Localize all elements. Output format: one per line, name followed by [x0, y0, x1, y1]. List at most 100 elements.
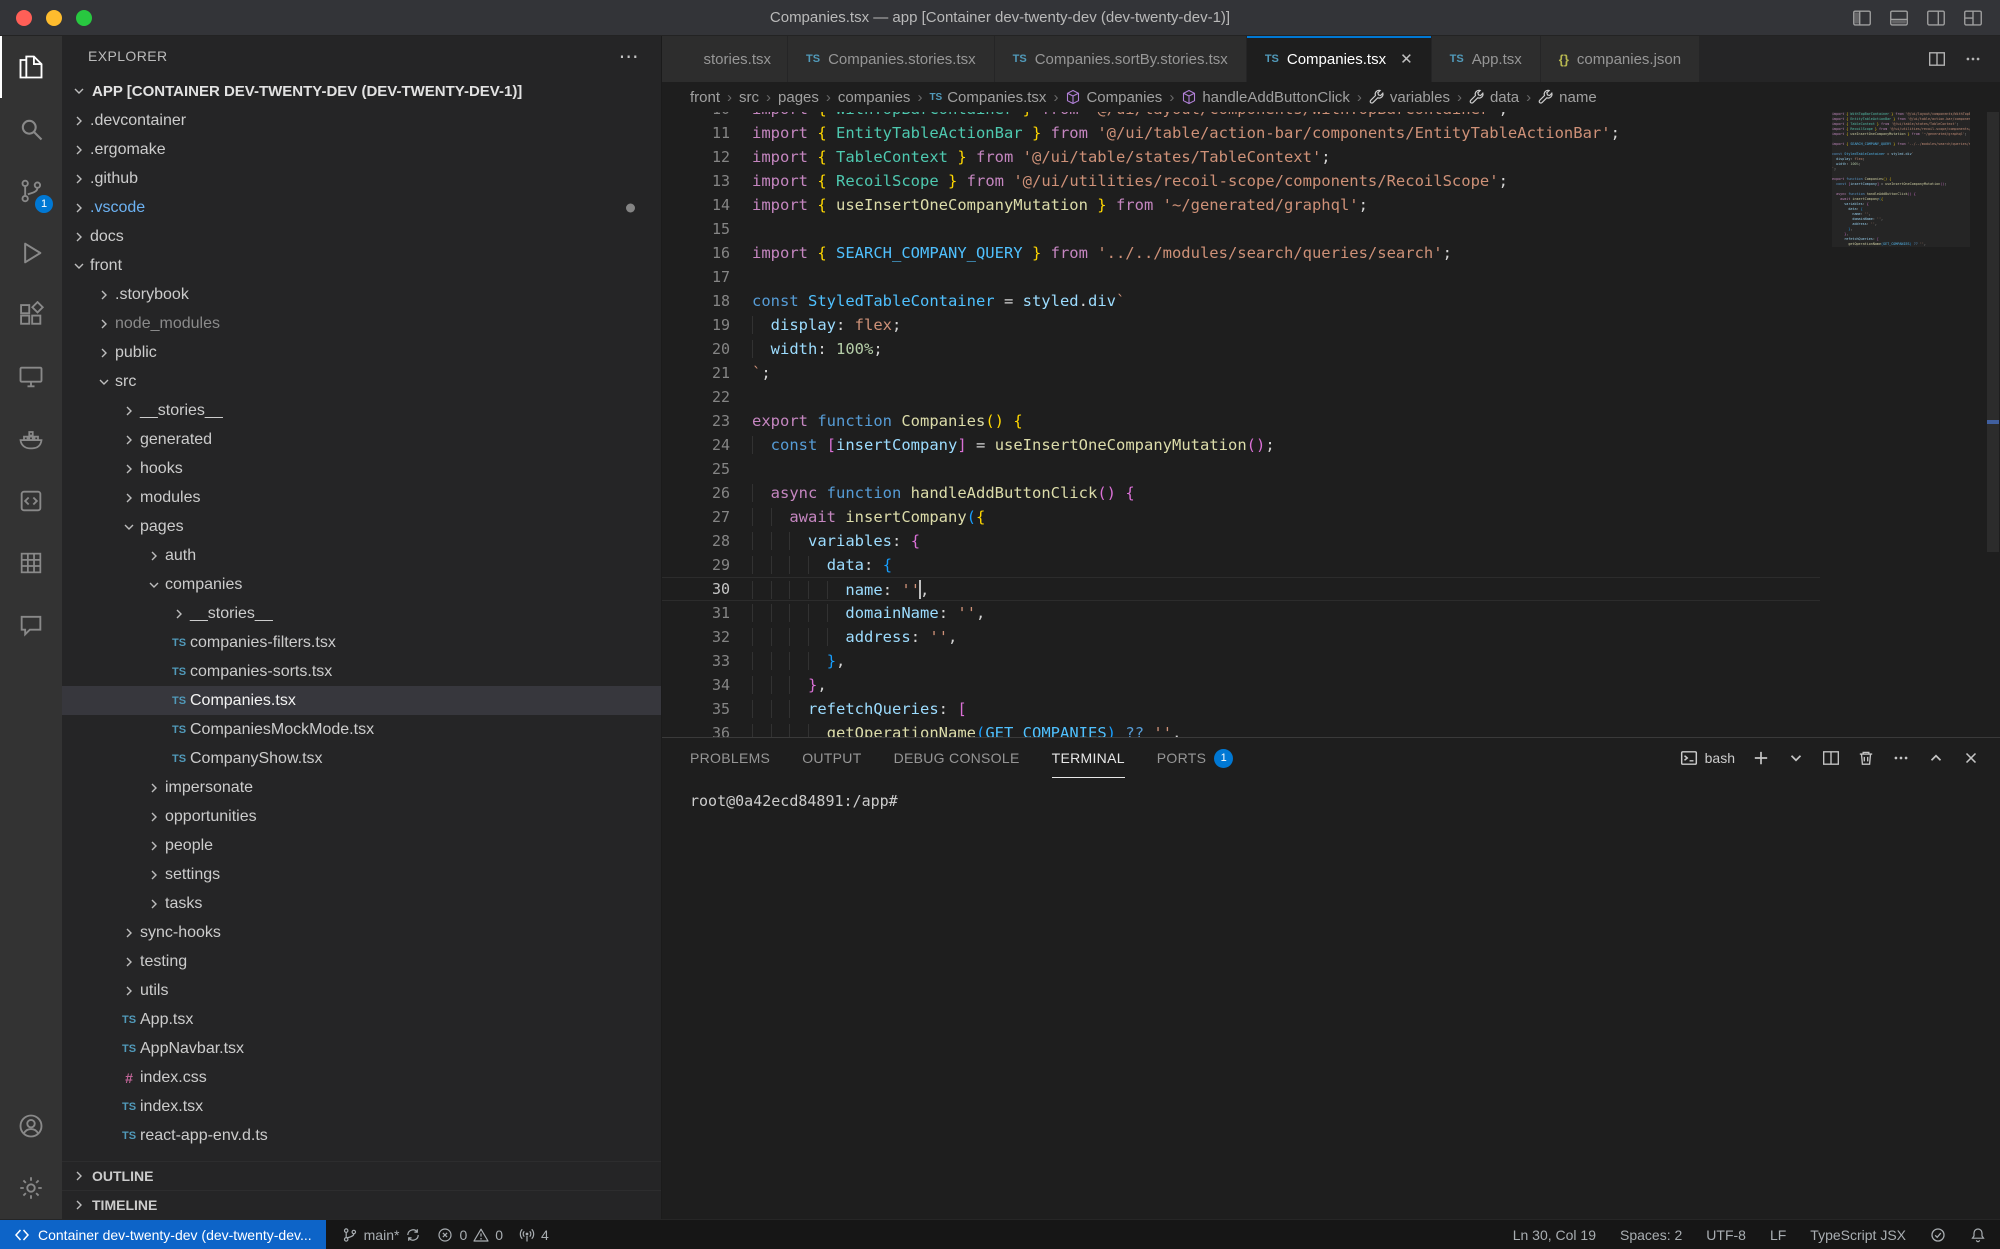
tab-companies.json[interactable]: {}companies.json	[1541, 36, 1700, 82]
tree-item-sync-hooks[interactable]: sync-hooks	[62, 918, 661, 947]
code-line-30[interactable]: 30 name: '',	[662, 577, 1820, 601]
tree-item-companies[interactable]: companies	[62, 570, 661, 599]
minimap[interactable]: import { WithTopBarContainer } from '@/u…	[1832, 112, 1970, 247]
notifications[interactable]	[1970, 1227, 1986, 1243]
split-terminal-icon[interactable]	[1822, 749, 1840, 767]
remote-indicator[interactable]: Container dev-twenty-dev (dev-twenty-dev…	[0, 1220, 326, 1249]
toggle-primary-sidebar-icon[interactable]	[1851, 7, 1873, 29]
explorer-more-actions-icon[interactable]: ⋯	[619, 44, 639, 69]
terminal-content[interactable]: root@0a42ecd84891:/app#	[662, 778, 2000, 810]
minimize-window-button[interactable]	[46, 10, 62, 26]
tree-item-node_modules[interactable]: node_modules	[62, 309, 661, 338]
code-line-25[interactable]: 25	[662, 457, 1820, 481]
terminal-shell-selector[interactable]: bash	[1680, 749, 1735, 767]
code-line-34[interactable]: 34 },	[662, 673, 1820, 697]
maximize-panel-icon[interactable]	[1927, 749, 1945, 767]
tab-App.tsx[interactable]: TSApp.tsx	[1432, 36, 1541, 82]
code-lines[interactable]: 10import { WithTopBarContainer } from '@…	[662, 112, 1820, 737]
tree-item-App.tsx[interactable]: TSApp.tsx	[62, 1005, 661, 1034]
branch-indicator[interactable]: main*	[342, 1227, 422, 1243]
tree-item-public[interactable]: public	[62, 338, 661, 367]
panel-tab-terminal[interactable]: TERMINAL	[1052, 738, 1125, 778]
tab-stories.tsx[interactable]: stories.tsx	[662, 36, 788, 82]
tree-item-utils[interactable]: utils	[62, 976, 661, 1005]
code-line-19[interactable]: 19 display: flex;	[662, 313, 1820, 337]
tree-item-CompanyShow.tsx[interactable]: TSCompanyShow.tsx	[62, 744, 661, 773]
search-icon[interactable]	[0, 98, 62, 160]
breadcrumb-Companies.tsx[interactable]: TSCompanies.tsx	[929, 89, 1046, 106]
zoom-window-button[interactable]	[76, 10, 92, 26]
tab-Companies.tsx[interactable]: TSCompanies.tsx✕	[1247, 36, 1432, 82]
breadcrumb-name[interactable]: name	[1538, 89, 1597, 106]
tree-item-.github[interactable]: .github	[62, 164, 661, 193]
indentation[interactable]: Spaces: 2	[1620, 1227, 1682, 1243]
tree-item-__stories__[interactable]: __stories__	[62, 396, 661, 425]
tree-item-.storybook[interactable]: .storybook	[62, 280, 661, 309]
code-line-33[interactable]: 33 },	[662, 649, 1820, 673]
code-line-11[interactable]: 11import { EntityTableActionBar } from '…	[662, 121, 1820, 145]
tree-item-auth[interactable]: auth	[62, 541, 661, 570]
grid-icon[interactable]	[0, 532, 62, 594]
timeline-section[interactable]: TIMELINE	[62, 1190, 661, 1219]
close-panel-icon[interactable]	[1962, 749, 1980, 767]
title-bar[interactable]: Companies.tsx — app [Container dev-twent…	[0, 0, 2000, 36]
panel-tab-ports[interactable]: PORTS1	[1157, 738, 1233, 778]
extensions-icon[interactable]	[0, 284, 62, 346]
tree-item-people[interactable]: people	[62, 831, 661, 860]
tree-item-index.css[interactable]: #index.css	[62, 1063, 661, 1092]
split-editor-icon[interactable]	[1928, 50, 1946, 68]
breadcrumb-data[interactable]: data	[1469, 89, 1519, 106]
code-line-20[interactable]: 20 width: 100%;	[662, 337, 1820, 361]
ports-indicator[interactable]: 4	[519, 1227, 549, 1243]
editor-scrollbar[interactable]	[1987, 112, 1999, 552]
tree-item-modules[interactable]: modules	[62, 483, 661, 512]
code-line-24[interactable]: 24 const [insertCompany] = useInsertOneC…	[662, 433, 1820, 457]
tree-item-CompaniesMockMode.tsx[interactable]: TSCompaniesMockMode.tsx	[62, 715, 661, 744]
code-line-36[interactable]: 36 getOperationName(GET_COMPANIES) ?? ''…	[662, 721, 1820, 737]
code-line-26[interactable]: 26 async function handleAddButtonClick()…	[662, 481, 1820, 505]
tree-item-.devcontainer[interactable]: .devcontainer	[62, 106, 661, 135]
tree-item-companies-sorts.tsx[interactable]: TScompanies-sorts.tsx	[62, 657, 661, 686]
format-status[interactable]	[1930, 1227, 1946, 1243]
code-line-27[interactable]: 27 await insertCompany({	[662, 505, 1820, 529]
code-line-31[interactable]: 31 domainName: '',	[662, 601, 1820, 625]
breadcrumb-variables[interactable]: variables	[1369, 89, 1450, 106]
project-section-header[interactable]: APP [CONTAINER DEV-TWENTY-DEV (DEV-TWENT…	[62, 76, 661, 106]
panel-tab-problems[interactable]: PROBLEMS	[690, 738, 770, 778]
toggle-secondary-sidebar-icon[interactable]	[1925, 7, 1947, 29]
tree-item-.vscode[interactable]: .vscode	[62, 193, 661, 222]
tree-item-src[interactable]: src	[62, 367, 661, 396]
account-icon[interactable]	[0, 1095, 62, 1157]
more-actions-icon[interactable]	[1964, 50, 1982, 68]
code-line-28[interactable]: 28 variables: {	[662, 529, 1820, 553]
tree-item-testing[interactable]: testing	[62, 947, 661, 976]
tree-item-opportunities[interactable]: opportunities	[62, 802, 661, 831]
tree-item-docs[interactable]: docs	[62, 222, 661, 251]
code-line-14[interactable]: 14import { useInsertOneCompanyMutation }…	[662, 193, 1820, 217]
toggle-panel-icon[interactable]	[1888, 7, 1910, 29]
terminal-dropdown-icon[interactable]	[1787, 749, 1805, 767]
code-line-22[interactable]: 22	[662, 385, 1820, 409]
breadcrumb-handleAddButtonClick[interactable]: handleAddButtonClick	[1181, 89, 1350, 106]
tree-item-Companies.tsx[interactable]: TSCompanies.tsx	[62, 686, 661, 715]
tree-item-generated[interactable]: generated	[62, 425, 661, 454]
code-line-29[interactable]: 29 data: {	[662, 553, 1820, 577]
kill-terminal-icon[interactable]	[1857, 749, 1875, 767]
eol-selector[interactable]: LF	[1770, 1227, 1786, 1243]
code-line-12[interactable]: 12import { TableContext } from '@/ui/tab…	[662, 145, 1820, 169]
tree-item-front[interactable]: front	[62, 251, 661, 280]
code-line-21[interactable]: 21`;	[662, 361, 1820, 385]
customize-layout-icon[interactable]	[1962, 7, 1984, 29]
breadcrumb-src[interactable]: src	[739, 89, 759, 106]
code-line-35[interactable]: 35 refetchQueries: [	[662, 697, 1820, 721]
new-terminal-icon[interactable]	[1752, 749, 1770, 767]
dev-container-icon[interactable]	[0, 470, 62, 532]
code-line-23[interactable]: 23export function Companies() {	[662, 409, 1820, 433]
encoding[interactable]: UTF-8	[1706, 1227, 1746, 1243]
cursor-position[interactable]: Ln 30, Col 19	[1513, 1227, 1596, 1243]
remote-explorer-icon[interactable]	[0, 346, 62, 408]
code-line-18[interactable]: 18const StyledTableContainer = styled.di…	[662, 289, 1820, 313]
tree-item-pages[interactable]: pages	[62, 512, 661, 541]
breadcrumb-companies[interactable]: companies	[838, 89, 911, 106]
breadcrumb-Companies[interactable]: Companies	[1065, 89, 1162, 106]
